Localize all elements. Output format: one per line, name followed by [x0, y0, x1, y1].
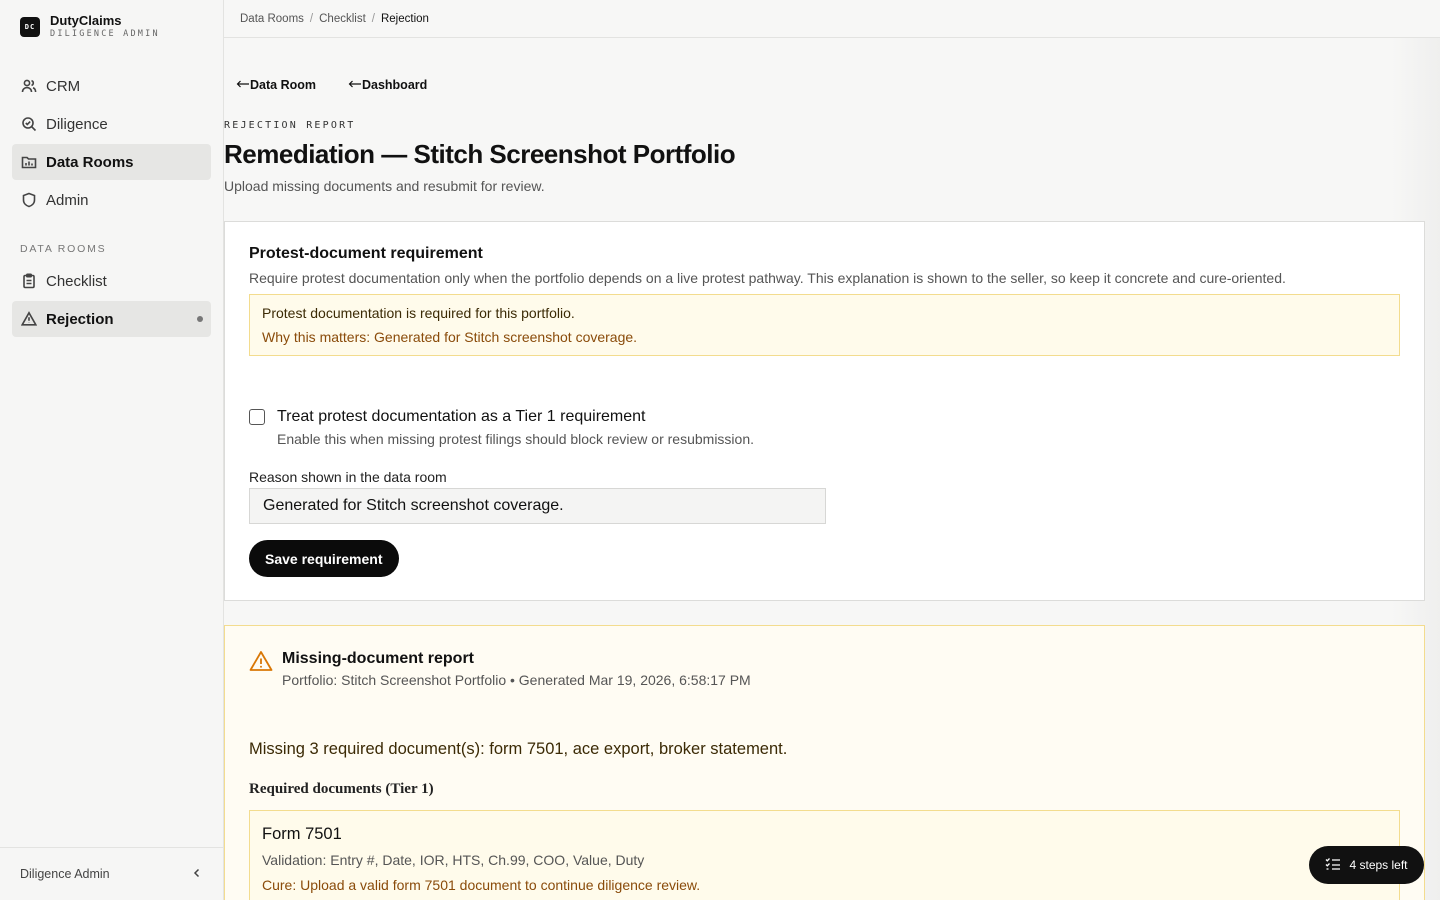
breadcrumb: Data Rooms / Checklist / Rejection [224, 0, 1440, 38]
warning-icon [249, 650, 273, 677]
missing-document-report: Missing-document report Portfolio: Stitc… [224, 625, 1425, 900]
missing-summary: Missing 3 required document(s): form 750… [249, 740, 788, 758]
breadcrumb-separator: / [371, 12, 375, 25]
report-title: Missing-document report [282, 650, 475, 667]
sidebar: DC DutyClaims DILIGENCE ADMIN CRM Dilige… [0, 0, 224, 900]
footer-user-label: Diligence Admin [20, 867, 110, 881]
nav-item-label: Rejection [46, 310, 114, 328]
back-link-label: Data Room [250, 78, 316, 92]
brand[interactable]: DC DutyClaims DILIGENCE ADMIN [20, 13, 160, 40]
nav-item-label: Checklist [46, 272, 107, 290]
nav-item-diligence[interactable]: Diligence [12, 106, 211, 142]
steps-left-button[interactable]: 4 steps left [1309, 846, 1424, 884]
arrow-left-icon [236, 78, 250, 92]
search-check-icon [20, 115, 38, 133]
nav-item-rejection[interactable]: Rejection [12, 301, 211, 337]
steps-left-label: 4 steps left [1349, 858, 1408, 872]
report-meta: Portfolio: Stitch Screenshot Portfolio •… [282, 672, 751, 688]
folder-chart-icon [20, 153, 38, 171]
nav-item-label: CRM [46, 77, 81, 95]
nav-item-label: Admin [46, 191, 89, 209]
brand-subtitle: DILIGENCE ADMIN [50, 29, 160, 39]
main-nav: CRM Diligence Data Rooms Admin [12, 68, 211, 220]
tier1-checkbox-label[interactable]: Treat protest documentation as a Tier 1 … [277, 408, 754, 426]
document-name: Form 7501 [262, 825, 342, 843]
breadcrumb-current: Rejection [380, 12, 429, 25]
breadcrumb-separator: / [309, 12, 314, 25]
required-documents-heading: Required documents (Tier 1) [249, 781, 434, 797]
nav-item-data-rooms[interactable]: Data Rooms [12, 144, 211, 180]
page-title: Remediation — Stitch Screenshot Portfoli… [224, 139, 736, 169]
warning-icon [20, 310, 38, 328]
requirement-description: Require protest documentation only when … [249, 270, 1286, 286]
page-subtitle: Upload missing documents and resubmit fo… [224, 178, 545, 194]
brand-name: DutyClaims [50, 13, 122, 28]
requirement-notice: Protest documentation is required for th… [249, 294, 1400, 356]
notice-reason-text: Why this matters: Generated for Stitch s… [262, 329, 638, 345]
back-to-data-room-link[interactable]: Data Room [236, 78, 316, 92]
reason-field-label: Reason shown in the data room [249, 469, 447, 485]
clipboard-icon [20, 272, 38, 290]
back-links: Data Room Dashboard [236, 78, 427, 92]
reason-input[interactable]: Generated for Stitch screenshot coverage… [249, 488, 826, 524]
shield-icon [20, 191, 38, 209]
nav-item-admin[interactable]: Admin [12, 182, 211, 218]
checklist-icon [1325, 857, 1341, 874]
sidebar-footer: Diligence Admin [0, 847, 223, 900]
nav-section-label: DATA ROOMS [20, 243, 107, 255]
requirement-title: Protest-document requirement [249, 245, 483, 262]
nav-item-label: Diligence [46, 115, 108, 133]
data-rooms-nav: Checklist Rejection [12, 263, 211, 339]
notice-status-text: Protest documentation is required for th… [262, 305, 575, 321]
tier1-checkbox[interactable] [249, 409, 265, 425]
nav-item-label: Data Rooms [46, 153, 134, 171]
document-validation: Validation: Entry #, Date, IOR, HTS, Ch.… [262, 852, 645, 868]
page-eyebrow: REJECTION REPORT [224, 120, 356, 131]
back-link-label: Dashboard [361, 78, 428, 92]
nav-item-crm[interactable]: CRM [12, 68, 211, 104]
save-requirement-button[interactable]: Save requirement [249, 540, 399, 577]
arrow-left-icon [348, 78, 362, 92]
chevron-left-icon[interactable] [191, 867, 203, 882]
document-cure: Cure: Upload a valid form 7501 document … [262, 877, 701, 893]
document-card: Form 7501 Validation: Entry #, Date, IOR… [249, 810, 1400, 900]
active-indicator-dot [197, 316, 203, 322]
back-to-dashboard-link[interactable]: Dashboard [348, 78, 427, 92]
nav-item-checklist[interactable]: Checklist [12, 263, 211, 299]
brand-logo: DC [20, 16, 40, 37]
breadcrumb-item-checklist[interactable]: Checklist [319, 13, 366, 25]
requirement-card: Protest-document requirement Require pro… [224, 221, 1425, 601]
tier1-checkbox-row: Treat protest documentation as a Tier 1 … [249, 408, 754, 447]
users-icon [20, 77, 38, 95]
breadcrumb-item-data-rooms[interactable]: Data Rooms [240, 13, 304, 25]
main-content: Data Room Dashboard REJECTION REPORT Rem… [224, 38, 1440, 900]
tier1-checkbox-hint: Enable this when missing protest filings… [277, 431, 754, 447]
